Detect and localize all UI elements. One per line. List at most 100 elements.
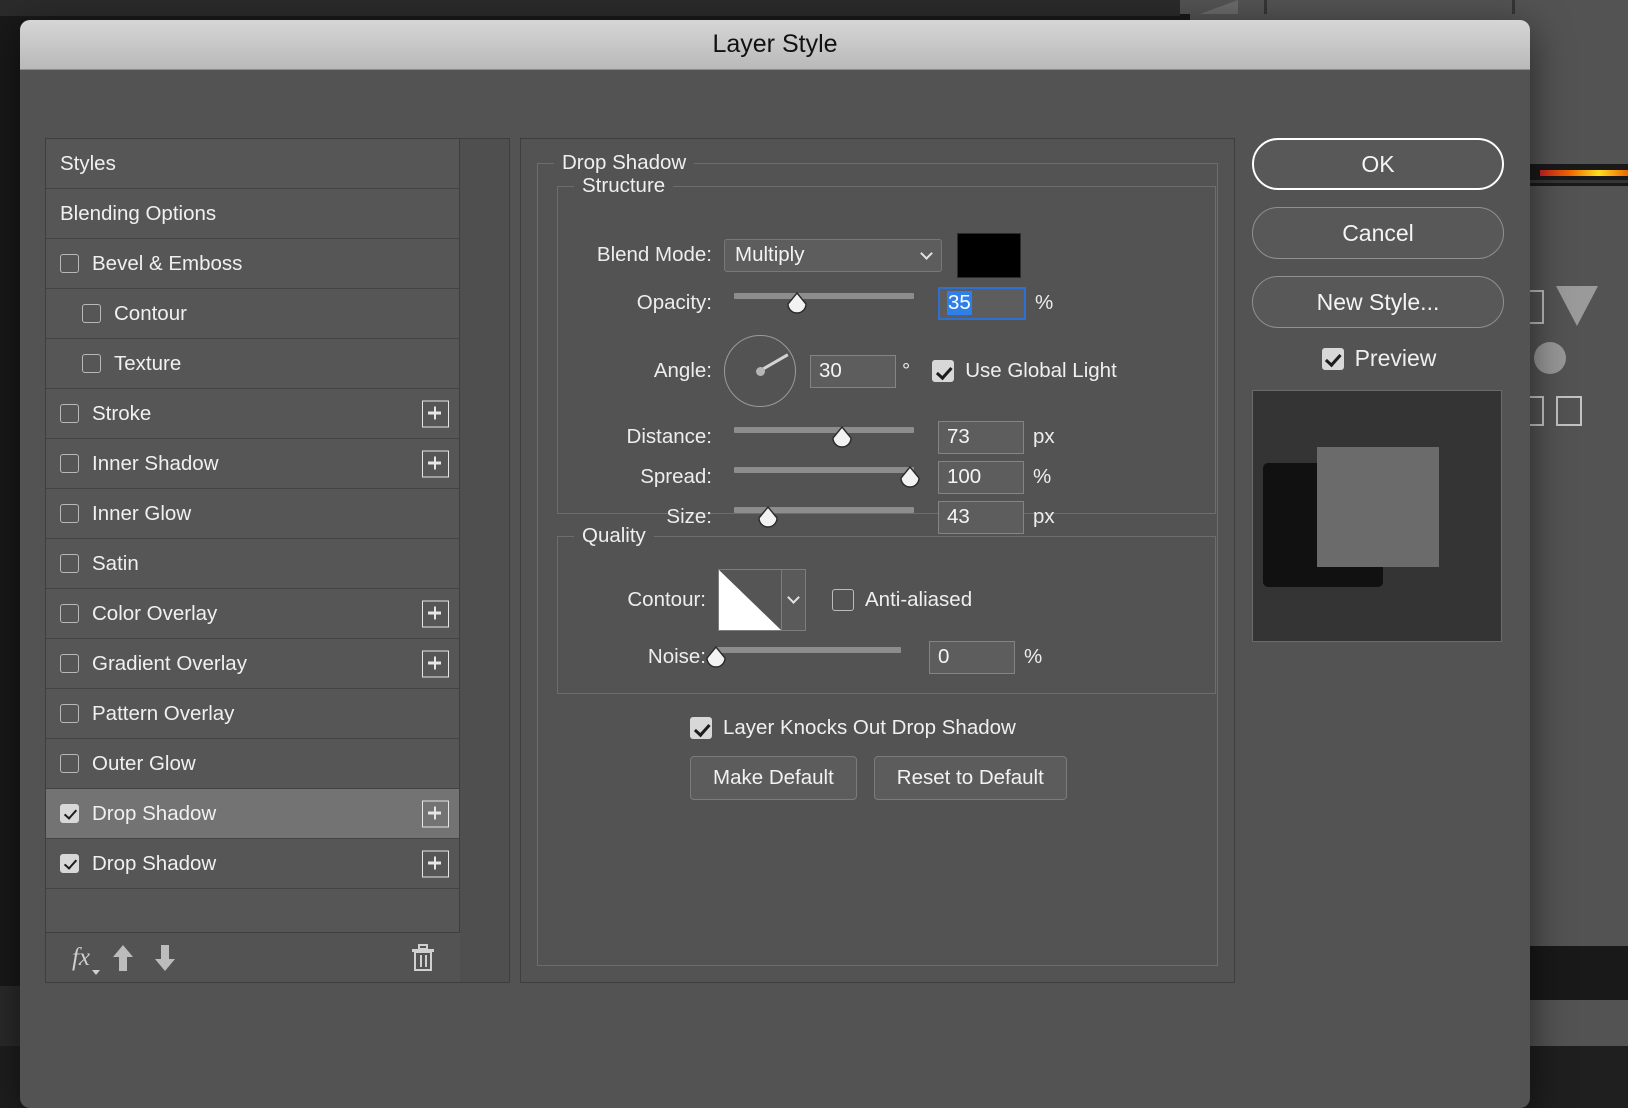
drop-shadow-legend: Drop Shadow: [554, 151, 694, 175]
add-effect-plus-icon[interactable]: [422, 850, 449, 877]
noise-label: Noise:: [558, 645, 706, 669]
layer-knocks-out-label: Layer Knocks Out Drop Shadow: [723, 716, 1016, 740]
angle-unit: °: [902, 359, 910, 383]
anti-aliased-checkbox[interactable]: Anti-aliased: [832, 588, 972, 612]
style-enable-checkbox[interactable]: [60, 404, 79, 423]
shadow-color-swatch[interactable]: [957, 233, 1021, 278]
style-enable-checkbox[interactable]: [60, 654, 79, 673]
opacity-slider[interactable]: [734, 290, 914, 316]
checkbox-box: [932, 360, 954, 382]
use-global-light-checkbox[interactable]: Use Global Light: [932, 359, 1117, 383]
distance-input[interactable]: 73: [938, 421, 1024, 454]
bg-canvas-top: [0, 0, 1180, 16]
style-enable-checkbox[interactable]: [60, 504, 79, 523]
fx-icon[interactable]: fx: [60, 937, 102, 979]
style-row[interactable]: Bevel & Emboss: [46, 239, 459, 289]
style-row[interactable]: Texture: [46, 339, 459, 389]
contour-label: Contour:: [558, 588, 706, 612]
preview-thumbnail: [1252, 390, 1502, 642]
opacity-input[interactable]: 35: [938, 287, 1026, 320]
style-row[interactable]: Styles: [46, 139, 459, 189]
style-row[interactable]: Drop Shadow: [46, 789, 459, 839]
style-enable-checkbox[interactable]: [60, 804, 79, 823]
styles-list[interactable]: StylesBlending OptionsBevel & EmbossCont…: [46, 139, 460, 934]
angle-dial[interactable]: [724, 335, 796, 407]
chevron-down-icon: [787, 591, 800, 604]
blend-mode-select[interactable]: Multiply: [724, 239, 942, 272]
new-style-button[interactable]: New Style...: [1252, 276, 1504, 328]
size-input[interactable]: 43: [938, 501, 1024, 534]
preview-checkbox[interactable]: Preview: [1252, 345, 1506, 372]
settings-pane: Drop Shadow Structure Blend Mode: Multip…: [520, 138, 1235, 983]
opacity-label: Opacity:: [558, 291, 712, 315]
angle-value: 30: [819, 359, 842, 383]
style-enable-checkbox[interactable]: [60, 754, 79, 773]
style-row[interactable]: Color Overlay: [46, 589, 459, 639]
add-effect-plus-icon[interactable]: [422, 650, 449, 677]
page-title: Layer Style: [712, 30, 837, 59]
add-effect-plus-icon[interactable]: [422, 450, 449, 477]
style-row[interactable]: Inner Glow: [46, 489, 459, 539]
style-enable-checkbox[interactable]: [60, 254, 79, 273]
opacity-unit: %: [1035, 291, 1053, 315]
add-effect-plus-icon[interactable]: [422, 400, 449, 427]
spread-row: Spread: 100 %: [558, 461, 1215, 493]
style-row[interactable]: Pattern Overlay: [46, 689, 459, 739]
opacity-row: Opacity: 35 %: [558, 287, 1215, 319]
size-value: 43: [947, 505, 970, 529]
cancel-button[interactable]: Cancel: [1252, 207, 1504, 259]
size-slider[interactable]: [734, 504, 914, 530]
spread-slider[interactable]: [734, 464, 914, 490]
noise-input[interactable]: 0: [929, 641, 1015, 674]
style-enable-checkbox[interactable]: [82, 354, 101, 373]
angle-input[interactable]: 30: [810, 355, 896, 388]
anti-aliased-label: Anti-aliased: [865, 588, 972, 612]
distance-label: Distance:: [558, 425, 712, 449]
reset-to-default-button[interactable]: Reset to Default: [874, 756, 1067, 800]
opacity-slider-thumb[interactable]: [786, 292, 808, 314]
noise-slider[interactable]: [716, 644, 901, 670]
add-effect-plus-icon[interactable]: [422, 800, 449, 827]
bg-divider-2: [1512, 0, 1515, 14]
ok-button[interactable]: OK: [1252, 138, 1504, 190]
style-row[interactable]: Inner Shadow: [46, 439, 459, 489]
chevron-down-icon: [92, 970, 100, 975]
contour-picker[interactable]: [718, 569, 806, 631]
style-row[interactable]: Drop Shadow: [46, 839, 459, 889]
spread-slider-thumb[interactable]: [899, 466, 921, 488]
opacity-value: 35: [947, 291, 972, 315]
preview-layer-shape: [1317, 447, 1439, 567]
arrow-down-icon[interactable]: [144, 937, 186, 979]
layer-knocks-out-checkbox[interactable]: Layer Knocks Out Drop Shadow: [690, 716, 1016, 740]
distance-slider-thumb[interactable]: [831, 426, 853, 448]
contour-dropdown-button[interactable]: [781, 570, 805, 630]
add-effect-plus-icon[interactable]: [422, 600, 449, 627]
style-enable-checkbox[interactable]: [60, 554, 79, 573]
style-row[interactable]: Stroke: [46, 389, 459, 439]
style-enable-checkbox[interactable]: [82, 304, 101, 323]
spread-input[interactable]: 100: [938, 461, 1024, 494]
spread-slider-track: [734, 467, 914, 473]
style-enable-checkbox[interactable]: [60, 604, 79, 623]
size-slider-thumb[interactable]: [757, 506, 779, 528]
make-default-button[interactable]: Make Default: [690, 756, 857, 800]
size-unit: px: [1033, 505, 1055, 529]
distance-slider[interactable]: [734, 424, 914, 450]
style-enable-checkbox[interactable]: [60, 704, 79, 723]
structure-fieldset: Structure Blend Mode: Multiply Opacity:: [557, 186, 1216, 514]
style-row[interactable]: Outer Glow: [46, 739, 459, 789]
preview-label: Preview: [1355, 345, 1437, 372]
style-row-label: Satin: [92, 552, 139, 576]
style-row[interactable]: Blending Options: [46, 189, 459, 239]
style-row[interactable]: Contour: [46, 289, 459, 339]
style-row[interactable]: Satin: [46, 539, 459, 589]
style-enable-checkbox[interactable]: [60, 454, 79, 473]
noise-slider-thumb[interactable]: [705, 646, 727, 668]
style-row[interactable]: Gradient Overlay: [46, 639, 459, 689]
trash-icon[interactable]: [402, 937, 444, 979]
arrow-up-icon[interactable]: [102, 937, 144, 979]
blend-mode-value: Multiply: [735, 243, 805, 267]
style-enable-checkbox[interactable]: [60, 854, 79, 873]
spread-unit: %: [1033, 465, 1051, 489]
noise-value: 0: [938, 645, 949, 669]
